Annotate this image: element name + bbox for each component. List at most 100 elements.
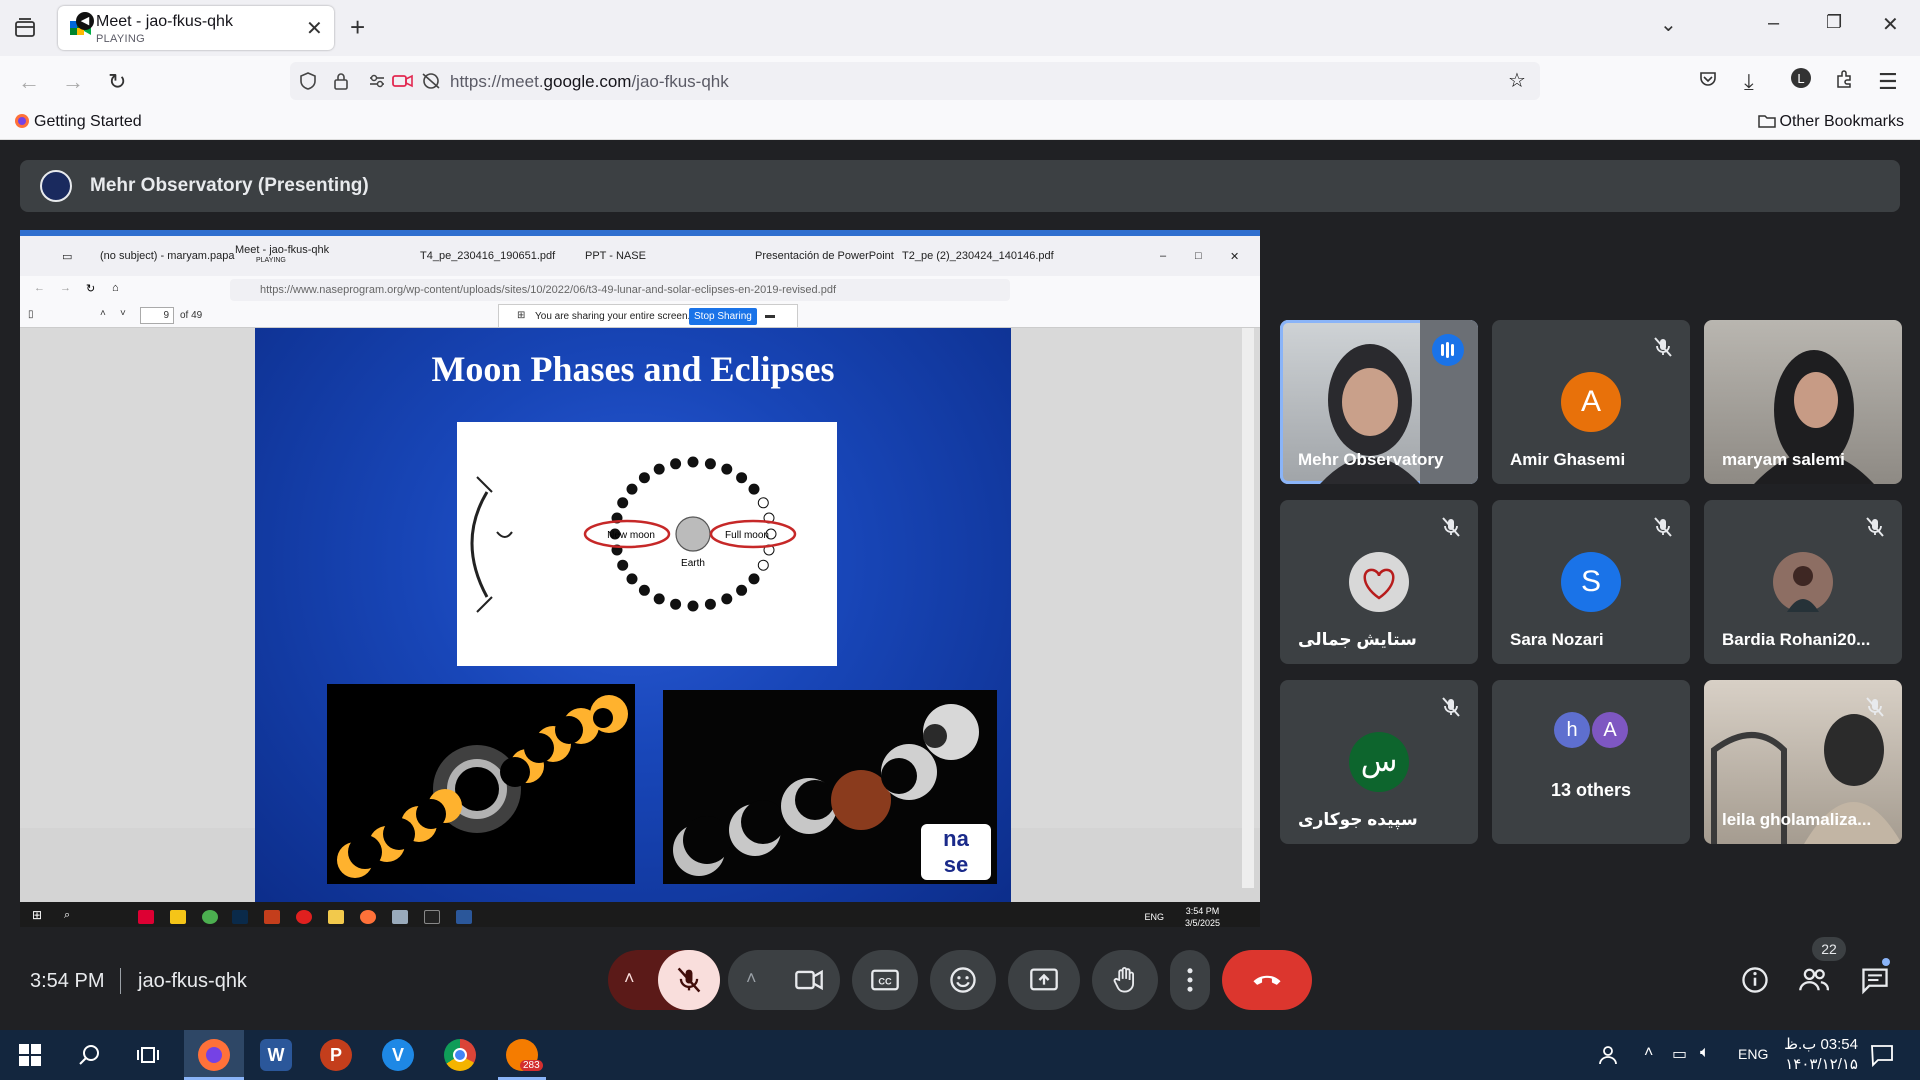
reload-icon[interactable]: ↻ [108, 69, 126, 95]
shared-tab-ppt-nase: PPT - NASE [585, 250, 646, 262]
v-app-icon[interactable]: V [382, 1039, 414, 1071]
permissions-icon[interactable] [368, 71, 386, 96]
presenting-bar: Mehr Observatory (Presenting) [20, 160, 1900, 212]
moon-phase-dot [721, 463, 733, 475]
tab-title: Meet - jao-fkus-qhk [96, 13, 233, 30]
participant-name: Amir Ghasemi [1510, 450, 1626, 469]
participant-tile-sara-nozari[interactable]: S Sara Nozari [1492, 500, 1690, 664]
meeting-info-icon[interactable] [1740, 965, 1770, 995]
extensions-icon[interactable] [1834, 69, 1854, 95]
notifications-icon[interactable] [1870, 1043, 1894, 1067]
reactions-button[interactable] [930, 950, 996, 1010]
browser-tab-meet[interactable]: ◀ Meet - jao-fkus-qhk PLAYING ✕ [58, 6, 334, 50]
shared-powerpoint-icon [264, 910, 280, 924]
people-icon[interactable] [1798, 965, 1830, 995]
meeting-time: 3:54 PM [30, 970, 105, 992]
search-icon[interactable] [77, 1043, 101, 1067]
shield-icon[interactable] [298, 71, 318, 96]
bookmark-star-icon[interactable]: ☆ [1508, 68, 1526, 93]
closed-captions-icon: CC [871, 969, 899, 991]
share-screen-icon: ⊞ [517, 310, 526, 321]
moon-phase-dot [757, 497, 769, 509]
avatar-photo [1349, 552, 1409, 612]
lock-icon[interactable] [332, 71, 350, 96]
close-window-icon[interactable]: ✕ [1882, 12, 1899, 37]
others-count: 13 others [1550, 780, 1632, 800]
muted-mic-icon [1866, 697, 1884, 717]
download-icon[interactable]: ⤓ [1744, 69, 1754, 95]
participant-tile-setayesh[interactable]: ستایش جمالی [1280, 500, 1478, 664]
chrome-icon[interactable] [444, 1039, 476, 1071]
chevron-down-icon[interactable]: ⌄ [1660, 12, 1677, 37]
bookmark-other[interactable]: Other Bookmarks [1757, 113, 1904, 131]
folder-icon [1757, 115, 1776, 128]
shared-app3-icon [424, 910, 440, 924]
bookmark-getting-started[interactable]: Getting Started [14, 113, 142, 131]
volume-muted-icon[interactable]: 🔈︎ [1700, 1044, 1710, 1062]
pdf-next-icon: ˅ [120, 308, 126, 319]
camera-icon[interactable] [794, 965, 824, 995]
audio-options-chevron-icon[interactable]: ˄ [624, 968, 635, 989]
close-tab-icon[interactable]: ✕ [306, 16, 323, 41]
participant-tile-mehr-observatory[interactable]: Mehr Observatory [1280, 320, 1478, 484]
tray-chevron-up-icon[interactable]: ˄ [1644, 1044, 1653, 1062]
pocket-icon[interactable] [1698, 69, 1718, 94]
leave-call-button[interactable] [1222, 950, 1312, 1010]
speaker-playing-icon[interactable]: ◀ [76, 12, 94, 30]
video-options-chevron-icon[interactable]: ˄ [746, 968, 757, 989]
shared-tab-pdf-2: T2_pe (2)_230424_140146.pdf [902, 250, 1054, 262]
shared-opera-icon [296, 910, 312, 924]
url-bar[interactable]: https://meet.google.com/jao-fkus-qhk ☆ [290, 62, 1540, 100]
input-language[interactable]: ENG [1738, 1046, 1768, 1062]
shared-close-icon: ✕ [1230, 251, 1240, 263]
present-screen-button[interactable] [1008, 950, 1080, 1010]
chat-notification-dot [1882, 958, 1890, 966]
shared-tab-meet-status: PLAYING [256, 257, 286, 264]
shared-tab-meet: Meet - jao-fkus-qhk [235, 244, 330, 256]
label-new-moon: New moon [607, 530, 655, 541]
moon-phase-dot [617, 559, 629, 571]
solar-eclipse-image [327, 684, 635, 884]
participant-name: leila gholamaliza... [1722, 810, 1872, 829]
system-clock[interactable]: 03:54 ب.ظ ۱۴۰۳/۱۲/۱۵ [1784, 1035, 1858, 1075]
menu-icon[interactable]: ☰ [1878, 69, 1898, 95]
participant-tile-sepideh[interactable]: س سپیده جوکاری [1280, 680, 1478, 844]
mic-toggle-button[interactable] [658, 950, 720, 1010]
more-options-button[interactable] [1170, 950, 1210, 1010]
participant-tile-others[interactable]: h A 13 others [1492, 680, 1690, 844]
new-tab-icon[interactable]: + [350, 12, 365, 43]
participant-tile-amir-ghasemi[interactable]: A Amir Ghasemi [1492, 320, 1690, 484]
participant-tile-bardia-rohani[interactable]: Bardia Rohani20... [1704, 500, 1902, 664]
shared-chrome-icon [202, 910, 218, 924]
people-tray-icon[interactable] [1596, 1043, 1620, 1067]
sharing-message: You are sharing your entire screen. [535, 311, 691, 322]
powerpoint-icon[interactable]: P [320, 1039, 352, 1071]
battery-icon[interactable]: ▭ [1672, 1044, 1687, 1064]
restore-icon[interactable]: ❐ [1826, 12, 1842, 33]
presenter-avatar [40, 170, 72, 202]
screen-sharing-icon[interactable] [420, 71, 442, 96]
word-icon[interactable]: W [260, 1039, 292, 1071]
task-view-icon[interactable] [136, 1043, 160, 1067]
shared-tab-gmail: (no subject) - maryam.papa [100, 250, 235, 262]
windows-taskbar: W P V 283 ˄ ▭ 🔈︎ ENG 03:54 ب.ظ ۱۴۰۳/۱۲/۱۵ [0, 1030, 1920, 1080]
camera-sharing-icon[interactable] [392, 71, 414, 96]
moon-phase-dot [748, 483, 760, 495]
raise-hand-button[interactable] [1092, 950, 1158, 1010]
people-count-badge: 22 [1812, 937, 1846, 961]
moon-phase-dot [687, 600, 699, 612]
browser-nav-bar: ← → ↻ https://meet.google.com/jao-fkus-q… [0, 56, 1920, 106]
forward-icon[interactable]: → [62, 69, 84, 95]
tab-list-icon[interactable] [12, 16, 38, 40]
slide-title: Moon Phases and Eclipses [431, 349, 835, 389]
back-icon[interactable]: ← [18, 69, 40, 95]
chat-icon[interactable] [1860, 965, 1890, 995]
participant-tile-maryam-salemi[interactable]: maryam salemi [1704, 320, 1902, 484]
windows-start-icon[interactable] [19, 1044, 41, 1066]
participant-tile-leila[interactable]: leila gholamaliza... [1704, 680, 1902, 844]
shared-search-icon: ⌕ [64, 909, 71, 921]
taskbar-firefox-active[interactable] [184, 1030, 244, 1080]
captions-button[interactable]: CC [852, 950, 918, 1010]
minimize-icon[interactable]: – [1768, 12, 1779, 35]
account-avatar-icon[interactable]: L [1790, 67, 1812, 95]
